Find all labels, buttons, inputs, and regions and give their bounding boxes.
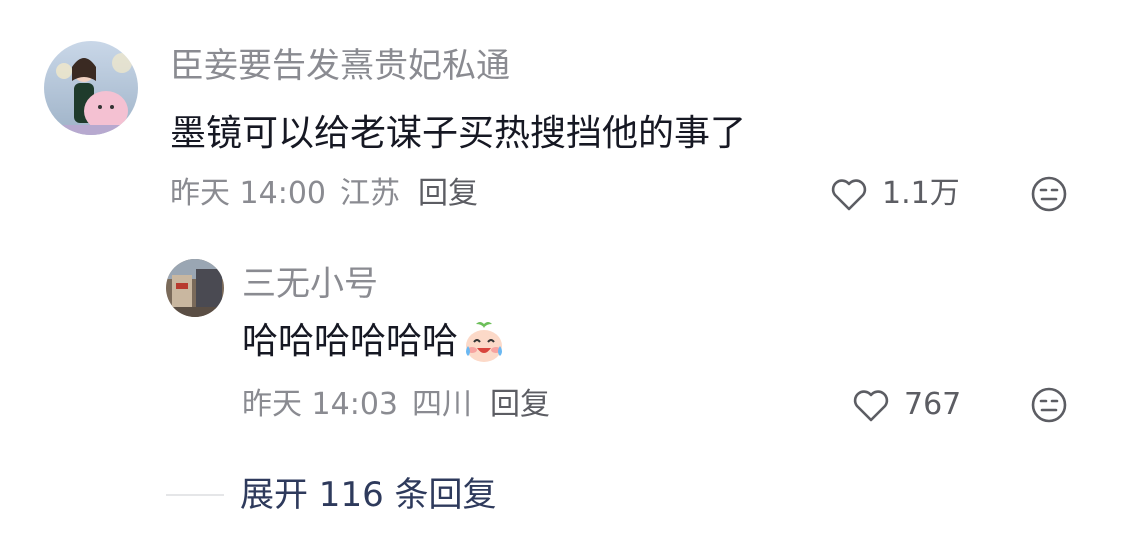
comment-meta: 昨天 14:00 江苏 回复 bbox=[170, 174, 492, 214]
comment-time: 昨天 14:00 bbox=[170, 176, 326, 211]
expand-replies-label: 展开 116 条回复 bbox=[240, 475, 497, 515]
avatar-image bbox=[166, 259, 224, 317]
like-count: 767 bbox=[904, 387, 962, 422]
reply-location: 四川 bbox=[412, 387, 472, 422]
meh-face-icon[interactable] bbox=[1030, 386, 1068, 424]
like-button[interactable]: 1.1万 bbox=[830, 174, 960, 214]
commenter-avatar[interactable] bbox=[44, 41, 138, 135]
meh-face-icon[interactable] bbox=[1030, 175, 1068, 213]
reply-text: 哈哈哈哈哈哈 bbox=[242, 321, 459, 362]
like-button[interactable]: 767 bbox=[852, 385, 961, 425]
expand-replies-button[interactable]: 展开 116 条回复 bbox=[166, 472, 497, 518]
reply-time: 昨天 14:03 bbox=[242, 387, 398, 422]
crying-laughing-emoji bbox=[466, 322, 503, 362]
replier-username[interactable]: 三无小号 bbox=[242, 262, 378, 306]
expand-divider bbox=[166, 494, 224, 496]
reply-meta: 昨天 14:03 四川 回复 bbox=[242, 385, 564, 425]
reply-button[interactable]: 回复 bbox=[490, 385, 550, 425]
comment-location: 江苏 bbox=[340, 176, 400, 211]
reply-text-row: 哈哈哈哈哈哈 bbox=[242, 318, 506, 366]
like-count: 1.1万 bbox=[882, 176, 960, 211]
avatar-image bbox=[44, 41, 138, 135]
replier-avatar[interactable] bbox=[166, 259, 224, 317]
reply-button[interactable]: 回复 bbox=[418, 174, 478, 214]
commenter-username[interactable]: 臣妾要告发熹贵妃私通 bbox=[170, 44, 510, 88]
heart-outline-icon bbox=[853, 390, 889, 422]
heart-outline-icon bbox=[831, 179, 867, 211]
comment-text: 墨镜可以给老谋子买热搜挡他的事了 bbox=[170, 113, 747, 154]
